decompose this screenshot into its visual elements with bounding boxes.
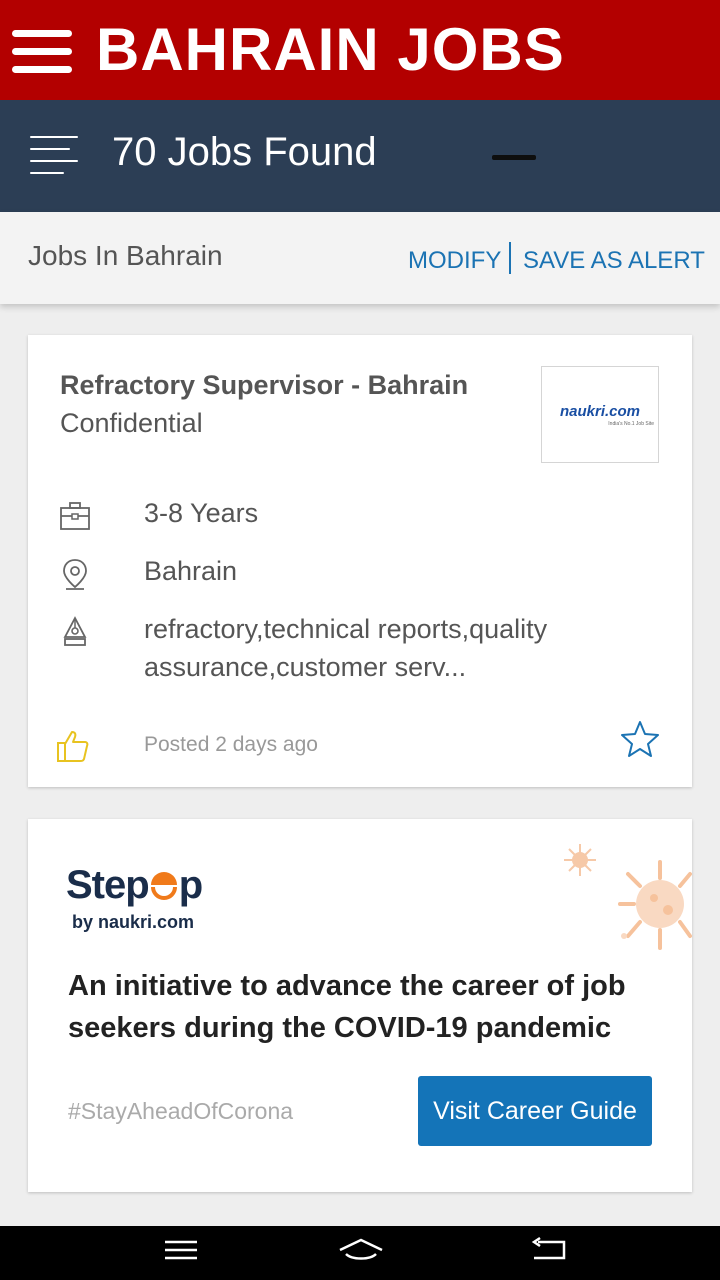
skills-line-2: assurance,customer serv...: [144, 652, 467, 682]
company-logo: naukri.com India's No.1 Job Site: [541, 366, 659, 463]
modify-button[interactable]: MODIFY: [408, 245, 501, 277]
nav-menu-icon[interactable]: [161, 1236, 201, 1264]
thumbs-up-icon[interactable]: [56, 728, 90, 764]
company-name: Confidential: [60, 408, 203, 438]
logo-tagline: India's No.1 Job Site: [608, 421, 654, 427]
skills-line-1: refractory,technical reports,quality: [144, 614, 548, 644]
save-as-alert-button[interactable]: SAVE AS ALERT: [523, 245, 705, 277]
nav-home-icon[interactable]: [338, 1236, 384, 1264]
job-title[interactable]: Refractory Supervisor - Bahrain: [60, 368, 468, 402]
divider: [509, 242, 511, 274]
brand-byline: by naukri.com: [72, 912, 195, 932]
location-pin-icon: [63, 559, 87, 590]
brand-up: p: [178, 863, 203, 907]
virus-icon: [618, 860, 692, 950]
minus-icon[interactable]: [492, 155, 536, 160]
logo-text: naukri.com: [559, 403, 641, 420]
stepup-logo: Step p: [66, 860, 203, 910]
search-context-label: Jobs In Bahrain: [28, 240, 223, 271]
experience: 3-8 Years: [144, 498, 259, 528]
star-outline-icon[interactable]: [621, 720, 659, 758]
pen-nib-icon: [63, 616, 87, 646]
virus-icon: [564, 844, 596, 876]
filter-list-icon[interactable]: [30, 132, 80, 176]
nav-back-icon[interactable]: [530, 1236, 570, 1264]
visit-career-guide-button[interactable]: Visit Career Guide: [418, 1076, 652, 1146]
promo-headline: An initiative to advance the career of j…: [68, 970, 626, 1044]
jobs-found-count: 70 Jobs Found: [112, 130, 377, 174]
briefcase-icon: [60, 502, 90, 530]
location: Bahrain: [144, 556, 238, 586]
app-title: BAHRAIN JOBS: [96, 16, 565, 83]
menu-icon[interactable]: [12, 30, 72, 74]
posted-date: Posted 2 days ago: [144, 733, 318, 756]
brand-arrow-icon: [149, 862, 179, 900]
brand-step: Step: [66, 863, 150, 907]
promo-hashtag: #StayAheadOfCorona: [68, 1098, 294, 1124]
